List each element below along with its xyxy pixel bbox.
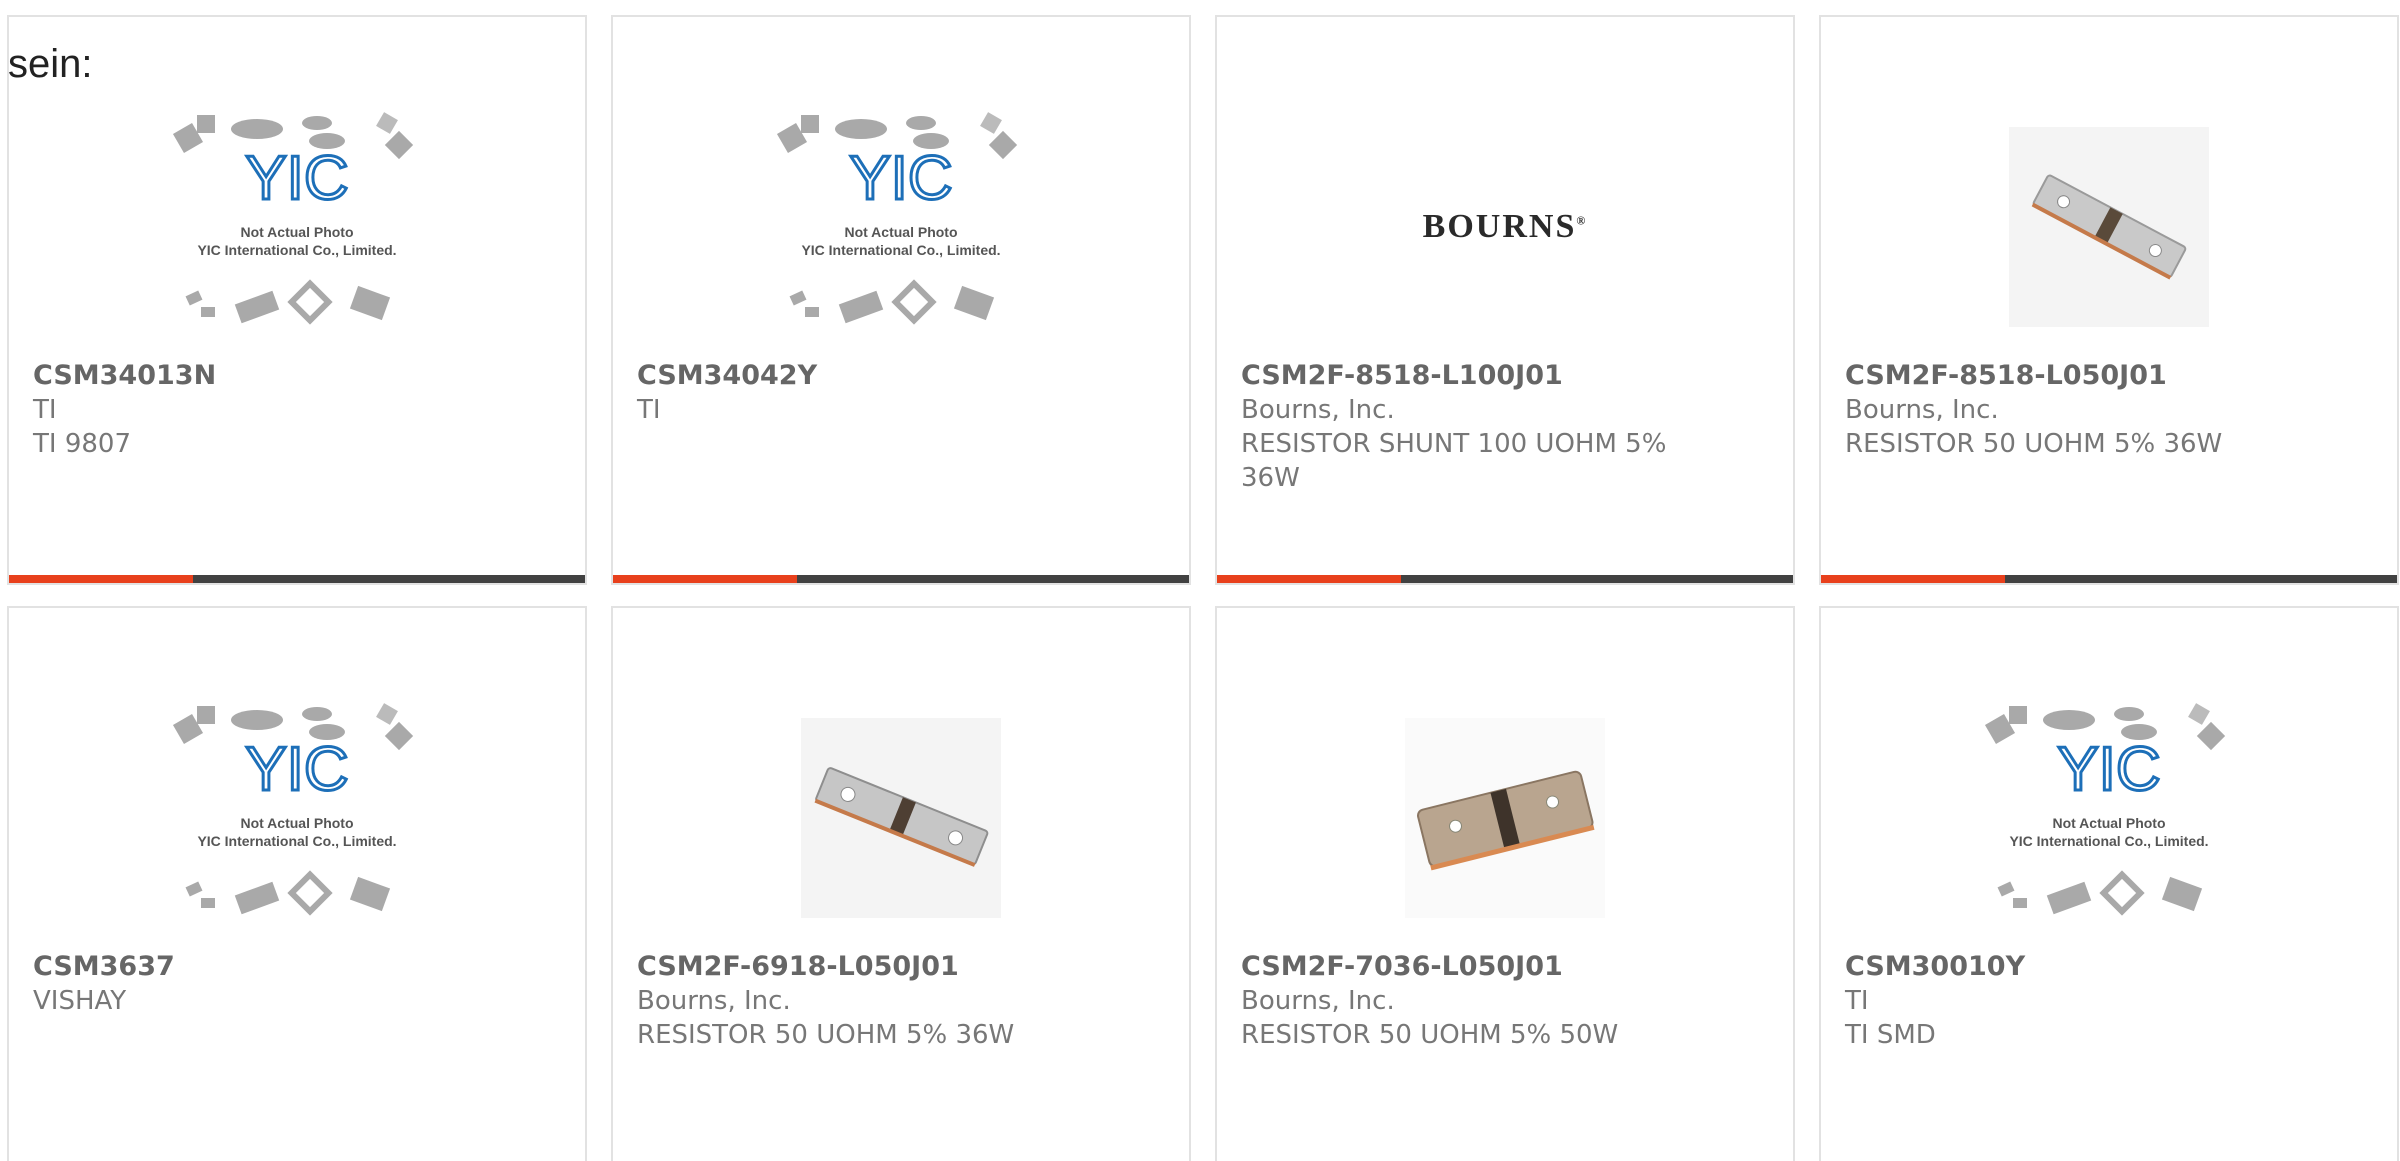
product-card[interactable]: CSM2F-8518-L050J01 Bourns, Inc. RESISTOR… xyxy=(1819,15,2399,585)
accent-bar xyxy=(1821,575,2005,583)
svg-text:YIC International Co., Limited: YIC International Co., Limited. xyxy=(801,242,1000,258)
part-number[interactable]: CSM30010Y xyxy=(1845,950,2373,984)
description: RESISTOR 50 UOHM 5% 36W xyxy=(1845,429,2223,459)
brand-logo-image: BOURNS® xyxy=(1217,87,1793,367)
svg-text:YIC International Co., Limited: YIC International Co., Limited. xyxy=(197,833,396,849)
product-card[interactable]: CSM2F-7036-L050J01 Bourns, Inc. RESISTOR… xyxy=(1215,606,1795,1161)
product-info: CSM34013N TI TI 9807 xyxy=(33,359,561,461)
manufacturer: Bourns, Inc. xyxy=(1241,986,1395,1016)
shunt-resistor-icon xyxy=(801,718,1001,918)
product-info: CSM30010Y TI TI SMD xyxy=(1845,950,2373,1052)
product-info: CSM2F-6918-L050J01 Bourns, Inc. RESISTOR… xyxy=(637,950,1165,1052)
accent-bar xyxy=(1217,575,1401,583)
product-info: CSM34042Y TI xyxy=(637,359,1165,427)
description: RESISTOR 50 UOHM 5% 50W xyxy=(1241,1020,1619,1050)
description: RESISTOR SHUNT 100 UOHM 5% 36W xyxy=(1241,429,1667,493)
description: RESISTOR 50 UOHM 5% 36W xyxy=(637,1020,1015,1050)
yic-placeholder-icon: YIC Not Actual Photo YIC International C… xyxy=(776,112,1018,325)
manufacturer: Bourns, Inc. xyxy=(1241,395,1395,425)
product-photo xyxy=(1821,87,2397,367)
part-number[interactable]: CSM34042Y xyxy=(637,359,1165,393)
placeholder-image: YIC Not Actual Photo YIC International C… xyxy=(9,87,585,367)
card-bottom-bar xyxy=(1821,575,2397,583)
yic-placeholder-icon: YIC Not Actual Photo YIC International C… xyxy=(172,112,414,325)
svg-text:Not Actual Photo: Not Actual Photo xyxy=(2052,815,2165,831)
part-number[interactable]: CSM2F-8518-L050J01 xyxy=(1845,359,2373,393)
card-bottom-bar xyxy=(9,575,585,583)
part-number[interactable]: CSM34013N xyxy=(33,359,561,393)
placeholder-image: YIC Not Actual Photo YIC International C… xyxy=(9,678,585,958)
manufacturer: TI xyxy=(1845,986,1869,1016)
part-number[interactable]: CSM2F-7036-L050J01 xyxy=(1241,950,1769,984)
copper-shunt-icon xyxy=(1405,718,1605,918)
yic-placeholder-icon: YIC Not Actual Photo YIC International C… xyxy=(172,703,414,916)
manufacturer: VISHAY xyxy=(33,986,127,1016)
part-number[interactable]: CSM2F-8518-L100J01 xyxy=(1241,359,1769,393)
product-photo xyxy=(613,678,1189,958)
product-card[interactable]: YIC Not Actual Photo YIC International C… xyxy=(1819,606,2399,1161)
svg-text:Not Actual Photo: Not Actual Photo xyxy=(240,815,353,831)
product-card[interactable]: CSM2F-6918-L050J01 Bourns, Inc. RESISTOR… xyxy=(611,606,1191,1161)
product-info: CSM3637 VISHAY xyxy=(33,950,561,1018)
manufacturer: Bourns, Inc. xyxy=(637,986,791,1016)
product-info: CSM2F-8518-L100J01 Bourns, Inc. RESISTOR… xyxy=(1241,359,1769,495)
placeholder-image: YIC Not Actual Photo YIC International C… xyxy=(1821,678,2397,958)
intro-text: sein: xyxy=(8,42,93,86)
svg-text:Not Actual Photo: Not Actual Photo xyxy=(844,224,957,240)
product-card[interactable]: YIC Not Actual Photo YIC International C… xyxy=(7,606,587,1161)
manufacturer: Bourns, Inc. xyxy=(1845,395,1999,425)
svg-text:YIC International Co., Limited: YIC International Co., Limited. xyxy=(197,242,396,258)
svg-text:YIC International Co., Limited: YIC International Co., Limited. xyxy=(2009,833,2208,849)
bourns-logo: BOURNS® xyxy=(1422,208,1588,245)
product-info: CSM2F-7036-L050J01 Bourns, Inc. RESISTOR… xyxy=(1241,950,1769,1052)
placeholder-image: YIC Not Actual Photo YIC International C… xyxy=(613,87,1189,367)
svg-text:YIC: YIC xyxy=(849,144,952,213)
product-grid-page: sein: YIC Not Actual Photo YIC Internati… xyxy=(0,0,2400,1161)
product-card[interactable]: YIC Not Actual Photo YIC International C… xyxy=(7,15,587,585)
svg-text:Not Actual Photo: Not Actual Photo xyxy=(240,224,353,240)
manufacturer: TI xyxy=(637,395,661,425)
shunt-resistor-icon xyxy=(2009,127,2209,327)
description: TI 9807 xyxy=(33,429,131,459)
product-info: CSM2F-8518-L050J01 Bourns, Inc. RESISTOR… xyxy=(1845,359,2373,461)
card-bottom-bar xyxy=(613,575,1189,583)
accent-bar xyxy=(9,575,193,583)
card-bottom-bar xyxy=(1217,575,1793,583)
product-card[interactable]: BOURNS® CSM2F-8518-L100J01 Bourns, Inc. … xyxy=(1215,15,1795,585)
product-photo xyxy=(1217,678,1793,958)
part-number[interactable]: CSM3637 xyxy=(33,950,561,984)
svg-text:YIC: YIC xyxy=(2057,735,2160,804)
manufacturer: TI xyxy=(33,395,57,425)
product-card[interactable]: YIC Not Actual Photo YIC International C… xyxy=(611,15,1191,585)
accent-bar xyxy=(613,575,797,583)
description: TI SMD xyxy=(1845,1020,1936,1050)
svg-text:YIC: YIC xyxy=(245,144,348,213)
yic-placeholder-icon: YIC Not Actual Photo YIC International C… xyxy=(1984,703,2226,916)
svg-text:YIC: YIC xyxy=(245,735,348,804)
part-number[interactable]: CSM2F-6918-L050J01 xyxy=(637,950,1165,984)
